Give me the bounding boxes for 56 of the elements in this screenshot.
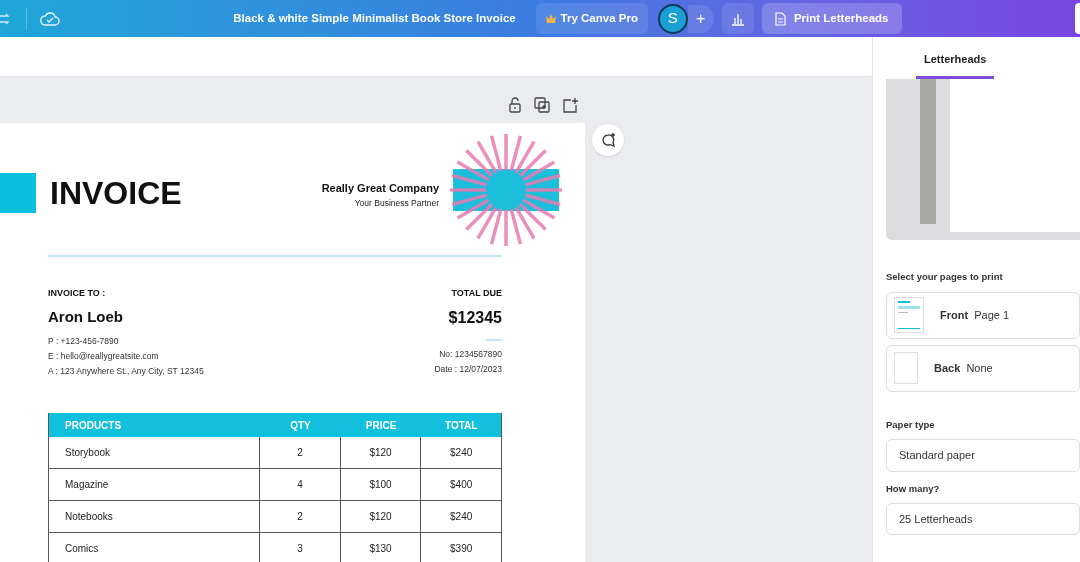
pro-button[interactable]: Try Canva Pro: [535, 3, 648, 34]
bill-to-label: INVOICE TO :: [48, 287, 107, 300]
contact-line: A : 123 Anywhere St., Any City, ST 12345: [48, 365, 204, 378]
table-cell: Notebooks: [49, 501, 261, 532]
table-cell-text: $390: [449, 542, 474, 556]
crown-icon: [545, 14, 556, 23]
table-cell: Storybook: [49, 437, 261, 468]
table-cell: $120: [340, 437, 422, 468]
table-cell: $100: [340, 469, 422, 500]
paper-type-select[interactable]: Standard paper: [886, 439, 1080, 472]
table-cell: $130: [340, 533, 422, 562]
add-page-icon[interactable]: [562, 97, 578, 113]
quantity-label: How many?: [886, 482, 941, 496]
table-cell: 2: [260, 437, 341, 468]
comment-button[interactable]: [592, 124, 624, 156]
total-due-label: TOTAL DUE: [451, 287, 502, 300]
quantity-select[interactable]: 25 Letterheads: [886, 503, 1080, 536]
table-cell-text: $240: [449, 446, 474, 460]
table-cell: 2: [260, 501, 341, 532]
arrows-icon: [0, 11, 10, 26]
duplicate-icon[interactable]: [534, 97, 550, 113]
table-cell: 3: [260, 533, 341, 562]
table-cell-text: $240: [449, 510, 474, 524]
column-header: PRICE: [364, 418, 398, 433]
table-cell: Magazine: [49, 469, 261, 500]
table-cell: $120: [340, 501, 422, 532]
blank-page-thumbnail: [894, 352, 918, 385]
table-cell: 4: [260, 469, 341, 500]
table-cell-text: $400: [449, 478, 474, 492]
pages-label: Select your pages to print: [886, 269, 1004, 284]
page-option[interactable]: Back None: [886, 344, 1080, 392]
bar-chart-icon: [730, 11, 745, 26]
column-header: PRODUCTS: [64, 418, 123, 433]
column-header: QTY: [289, 418, 312, 433]
paper-type-label: Paper type: [886, 417, 936, 432]
document-icon: [774, 11, 786, 26]
comment-add-icon: [600, 132, 616, 148]
cloud-check-icon[interactable]: [40, 10, 60, 27]
add-collaborator-button[interactable]: +: [687, 4, 714, 33]
total-due-amount: $12345: [448, 307, 502, 328]
page-option[interactable]: Front Page 1: [886, 291, 1080, 339]
column-header: TOTAL: [443, 418, 479, 433]
insights-button[interactable]: [721, 3, 754, 34]
company-tagline: Your Business Partner: [354, 196, 439, 210]
document-title[interactable]: Black & white Simple Minimalist Book Store Invoice: [233, 9, 516, 28]
page-thumbnail: [894, 297, 924, 334]
contact-line: P : +123-456-7890: [48, 335, 120, 348]
company-name: Really Great Company: [321, 181, 439, 196]
contact-line: E : hello@reallygreatsite.com: [48, 350, 160, 363]
table-cell: Comics: [49, 533, 261, 562]
lock-icon[interactable]: [508, 97, 522, 113]
client-name: Aron Loeb: [48, 306, 124, 327]
invoice-meta: Date : 12/07/2023: [434, 362, 502, 376]
accent-block: [0, 173, 36, 213]
invoice-title: INVOICE: [50, 174, 182, 213]
invoice-meta: No: 1234567890: [439, 347, 502, 361]
